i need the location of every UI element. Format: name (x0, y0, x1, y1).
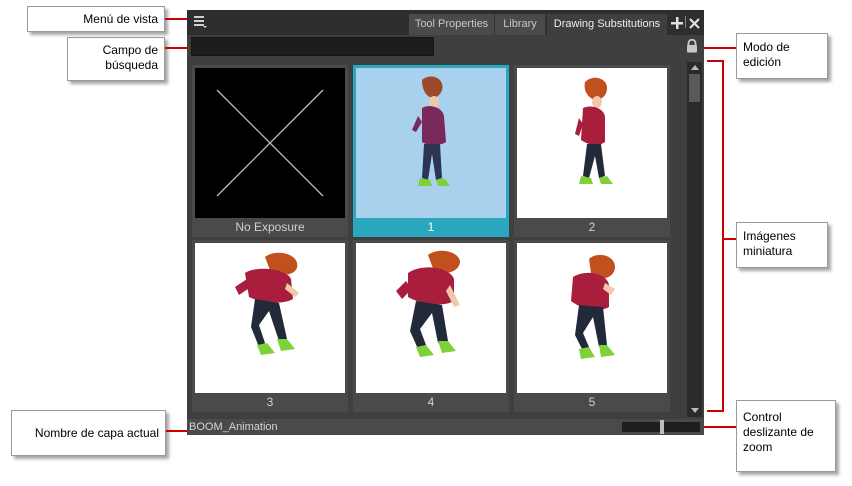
thumbnail-4[interactable]: 4 (353, 240, 509, 412)
tab-bar: Tool Properties Library Drawing Substitu… (187, 10, 704, 35)
character-drawing-3 (235, 252, 299, 355)
callout-search-field-text: Campo de búsqueda (102, 43, 158, 72)
callout-thumbnails: Imágenes miniatura (736, 222, 828, 268)
callout-layer-name: Nombre de capa actual (11, 410, 166, 456)
scroll-up-arrow-icon[interactable] (691, 65, 699, 70)
thumbnail-image (356, 68, 506, 218)
callout-edit-mode: Modo de edición (736, 33, 828, 79)
thumbnail-label: 5 (588, 395, 596, 409)
thumbnail-label: 4 (427, 395, 435, 409)
layer-name: BOOM_Animation (189, 421, 278, 433)
thumbnail-grid: No Exposure 1 2 3 4 5 (192, 65, 682, 415)
thumbnail-image (517, 68, 667, 218)
hamburger-menu-icon[interactable] (193, 14, 207, 28)
callout-zoom-slider: Control deslizante de zoom (736, 400, 836, 472)
lock-icon[interactable] (685, 38, 699, 53)
callout-line-thumbs-h2 (707, 410, 723, 412)
thumbnail-3[interactable]: 3 (192, 240, 348, 412)
close-icon[interactable] (689, 16, 700, 29)
tab-separator (685, 16, 686, 28)
character-drawing-2 (575, 77, 613, 184)
character-drawing-5 (571, 254, 615, 359)
callout-zoom-slider-text: Control deslizante de zoom (743, 410, 814, 454)
vertical-scrollbar[interactable] (687, 62, 702, 417)
callout-line-zoom (700, 426, 736, 428)
callout-layer-name-text: Nombre de capa actual (34, 426, 159, 440)
thumbnail-image (195, 243, 345, 393)
drawing-substitutions-panel: Tool Properties Library Drawing Substitu… (187, 10, 704, 435)
thumbnail-label: 3 (266, 395, 274, 409)
tab-tool-properties-label: Tool Properties (414, 18, 489, 30)
thumbnail-image (356, 243, 506, 393)
search-input[interactable] (191, 37, 434, 56)
callout-line-edit-mode (700, 47, 736, 49)
zoom-slider[interactable] (622, 420, 700, 434)
scroll-down-arrow-icon[interactable] (691, 408, 699, 413)
callout-line-layer (166, 430, 189, 432)
thumbnail-label: No Exposure (235, 220, 305, 234)
thumbnail-5[interactable]: 5 (514, 240, 670, 412)
thumbnail-no-exposure[interactable]: No Exposure (192, 65, 348, 237)
tab-drawing-substitutions[interactable]: Drawing Substitutions (547, 14, 667, 35)
thumbnail-image (195, 68, 345, 218)
callout-line-search (165, 47, 189, 49)
callout-thumbnails-text: Imágenes miniatura (743, 229, 796, 258)
tab-library[interactable]: Library (495, 14, 546, 35)
scrollbar-thumb[interactable] (689, 74, 700, 102)
callout-view-menu-text: Menú de vista (83, 12, 158, 26)
callout-view-menu: Menú de vista (27, 6, 165, 32)
callout-edit-mode-text: Modo de edición (743, 40, 790, 69)
thumbnail-image (517, 243, 667, 393)
callout-line-view-menu (165, 18, 189, 20)
plus-icon[interactable] (671, 16, 683, 29)
tab-tool-properties[interactable]: Tool Properties (409, 14, 495, 35)
tab-library-label: Library (503, 18, 537, 30)
thumbnail-label: 2 (588, 220, 596, 234)
callout-line-thumbs-h3 (722, 238, 736, 240)
status-bar: BOOM_Animation (187, 419, 704, 435)
thumbnail-label: 1 (427, 220, 435, 234)
callout-line-thumbs-v (722, 60, 724, 412)
character-drawing-4 (396, 250, 460, 357)
character-drawing-1 (412, 76, 450, 186)
zoom-slider-handle[interactable] (660, 420, 664, 434)
thumbnail-2[interactable]: 2 (514, 65, 670, 237)
callout-search-field: Campo de búsqueda (67, 37, 165, 81)
no-exposure-x-icon (216, 89, 324, 197)
tab-drawing-substitutions-label: Drawing Substitutions (553, 18, 661, 30)
thumbnail-1[interactable]: 1 (353, 65, 509, 237)
callout-line-thumbs-h1 (707, 60, 723, 62)
